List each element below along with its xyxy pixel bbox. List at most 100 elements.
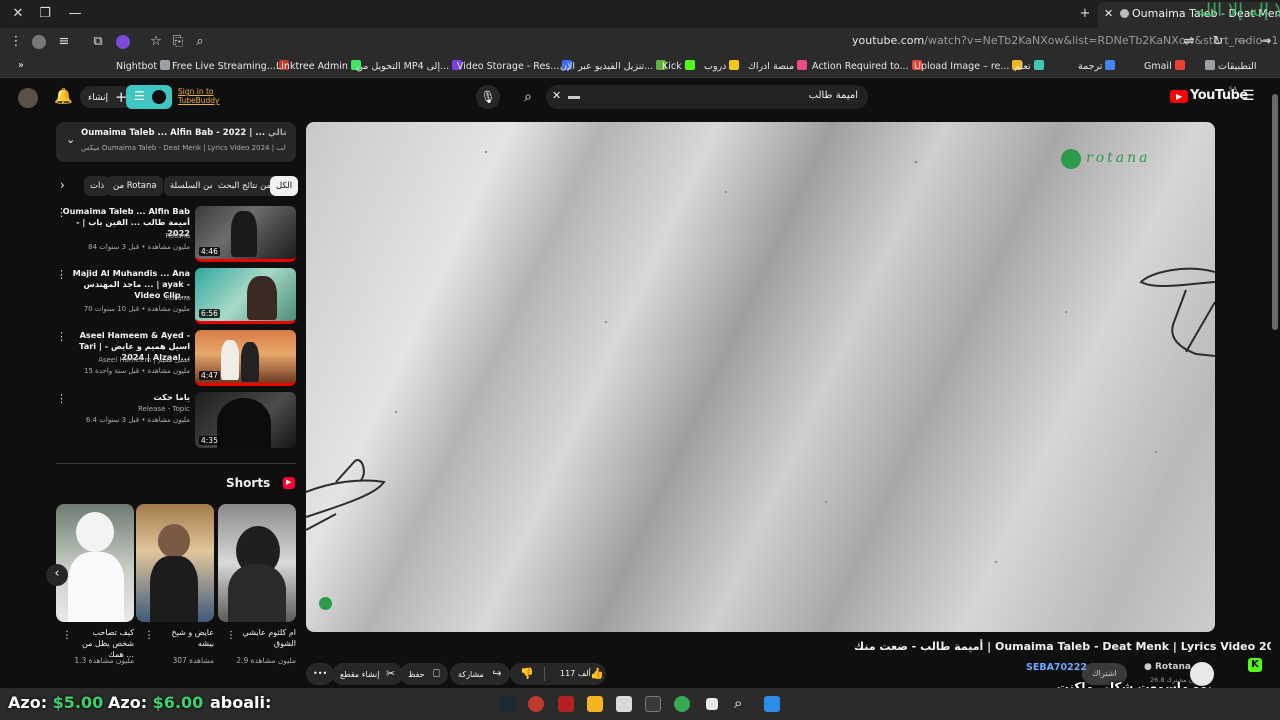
- short-title[interactable]: عايض و شيخ بيشه: [154, 627, 214, 649]
- bookmarks-bar: » Nightbot Free Live Streaming... Linktr…: [0, 56, 1280, 78]
- related-video-item[interactable]: ⋮ Aseel Hameem & Ayed - Tari اسيل هميم و…: [56, 330, 296, 388]
- bookmark-favicon-icon: [729, 60, 740, 70]
- bookmark-item[interactable]: Linktree Admin: [276, 60, 364, 72]
- site-settings-icon[interactable]: ⇌: [1181, 34, 1197, 50]
- share-button[interactable]: مشاركة ↪: [450, 663, 510, 685]
- guide-menu-icon[interactable]: ☰: [1242, 88, 1255, 104]
- bookmark-item[interactable]: تنزيل الفيديو عبر الإن...: [560, 60, 669, 72]
- bookmark-item[interactable]: التحويل من MP4 إلى...: [356, 60, 465, 72]
- chevron-down-icon[interactable]: ⌄: [66, 133, 75, 146]
- short-item[interactable]: [136, 504, 214, 622]
- forward-icon[interactable]: ←: [1235, 34, 1251, 50]
- bookmark-item[interactable]: Action Required to...: [812, 60, 925, 72]
- save-button[interactable]: حفظ ⎕: [400, 663, 448, 685]
- task-view-icon[interactable]: [706, 698, 718, 710]
- related-video-thumbnail[interactable]: 4:35: [195, 392, 296, 448]
- notifications-bell-icon[interactable]: 🔔: [54, 87, 73, 105]
- country-code: SA: [1229, 86, 1238, 93]
- rotana-logo-text: rotana: [1086, 150, 1151, 166]
- close-window-icon[interactable]: ✕: [10, 6, 26, 22]
- dislike-icon[interactable]: 👎: [520, 663, 534, 685]
- user-avatar[interactable]: [18, 88, 38, 108]
- new-tab-icon[interactable]: +: [1077, 6, 1093, 22]
- voice-search-icon[interactable]: 🎙: [476, 85, 500, 109]
- steam-icon[interactable]: [500, 696, 516, 712]
- bookmark-item[interactable]: Free Live Streaming...: [172, 60, 292, 72]
- file-explorer-icon[interactable]: [587, 696, 603, 712]
- more-actions-button[interactable]: •••: [306, 663, 335, 685]
- bookmark-item[interactable]: دروب: [704, 60, 742, 72]
- related-video-item[interactable]: ⋮ ياما حكت Release - Topic 6.4 مليون مشا…: [56, 392, 296, 450]
- tab-close-icon[interactable]: ✕: [1104, 2, 1113, 26]
- restore-window-icon[interactable]: ❐: [37, 6, 53, 22]
- video-player[interactable]: rotana: [306, 122, 1215, 632]
- chips-scroll-right-icon[interactable]: ›: [60, 178, 65, 192]
- back-icon[interactable]: →: [1258, 34, 1274, 50]
- install-app-icon[interactable]: ⎘: [170, 34, 186, 50]
- desktop-watermark: لا إله إلا الله: [1196, 0, 1280, 21]
- bookmark-item[interactable]: منصة ادراك: [748, 60, 810, 72]
- bookmark-item[interactable]: التطبيقات: [1202, 60, 1257, 72]
- more-actions-icon[interactable]: ⋮: [226, 630, 236, 641]
- bookmark-item[interactable]: Upload Image – re...: [914, 60, 1025, 72]
- scrollbar-thumb[interactable]: [1272, 94, 1278, 330]
- shorts-scroll-left-icon[interactable]: ‹: [46, 564, 68, 586]
- more-actions-icon[interactable]: ⋮: [144, 630, 154, 641]
- reload-icon[interactable]: ↻: [1210, 34, 1226, 50]
- obs-icon[interactable]: [528, 696, 544, 712]
- thumbnail-figure: [221, 340, 239, 380]
- bookmark-star-icon[interactable]: ☆: [148, 34, 164, 50]
- bookmark-item[interactable]: تعلم: [1014, 60, 1047, 72]
- tubebuddy-logo-icon: [152, 90, 166, 104]
- keyboard-icon[interactable]: [568, 96, 580, 99]
- tubebuddy-button[interactable]: ☰: [126, 85, 172, 109]
- clip-button[interactable]: إنشاء مقطع ✂: [332, 663, 404, 685]
- playlist-next-panel[interactable]: ⌄ Oumaima Taleb ... Alfin Bab - 2022 | .…: [56, 122, 296, 162]
- windows-start-icon[interactable]: [764, 696, 780, 712]
- chip-from-search[interactable]: من نتائج البحث: [212, 176, 278, 196]
- related-video-item[interactable]: ⋮ Majid Al Muhandis ... Ana ماجد المهندس…: [56, 268, 296, 326]
- profile-avatar-icon[interactable]: [32, 35, 46, 49]
- app-icon[interactable]: [645, 696, 661, 712]
- thumbnail-figure: [231, 211, 257, 257]
- channel-name[interactable]: ● Rotana: [1144, 662, 1191, 672]
- video-duration: 6:56: [199, 309, 220, 318]
- bookmark-item[interactable]: Video Storage - Res...: [457, 60, 575, 72]
- more-actions-icon[interactable]: ⋮: [62, 630, 72, 641]
- taskbar-search-icon[interactable]: ⌕: [734, 694, 742, 712]
- minimize-window-icon[interactable]: —: [67, 6, 83, 22]
- search-icon[interactable]: ⌕: [510, 84, 546, 110]
- bookmark-item[interactable]: Nightbot: [116, 60, 173, 72]
- short-title[interactable]: ام كلثوم عايشي الشوق: [236, 627, 296, 649]
- bookmark-item[interactable]: ترجمة: [1078, 60, 1118, 72]
- search-box[interactable]: ⌕ ✕ اميمة طالب: [524, 85, 868, 109]
- bookmark-item[interactable]: Kick: [662, 60, 698, 72]
- bookmarks-overflow-icon[interactable]: »: [18, 60, 24, 71]
- related-video-thumbnail[interactable]: 6:56: [195, 268, 296, 324]
- downloads-icon[interactable]: ≡: [56, 34, 72, 50]
- video-duration: 4:47: [199, 371, 220, 380]
- zoom-icon[interactable]: ⌕: [192, 34, 208, 50]
- bookmark-item[interactable]: Gmail: [1144, 60, 1188, 72]
- related-video-thumbnail[interactable]: 4:46: [195, 206, 296, 262]
- bookmark-favicon-icon: [684, 60, 695, 70]
- like-icon[interactable]: 👍: [590, 663, 604, 685]
- short-item[interactable]: [218, 504, 296, 622]
- extension-icon[interactable]: [116, 35, 130, 49]
- short-figure: [228, 564, 286, 622]
- menu-dots-icon[interactable]: ⋮: [8, 34, 24, 50]
- related-video-thumbnail[interactable]: 4:47: [195, 330, 296, 386]
- search-input[interactable]: اميمة طالب: [809, 90, 858, 101]
- extensions-icon[interactable]: ⧉: [90, 34, 106, 50]
- youtube-logo-icon[interactable]: ▶: [1170, 90, 1188, 103]
- chip-all[interactable]: الكل: [270, 176, 299, 196]
- chrome-icon[interactable]: [674, 696, 690, 712]
- media-app-icon[interactable]: [558, 696, 574, 712]
- chip-from-rotana[interactable]: من Rotana: [107, 176, 163, 196]
- related-video-item[interactable]: ⋮ Oumaima Taleb ... Alfin Bab - أميمة طا…: [56, 206, 296, 264]
- clear-search-icon[interactable]: ✕: [552, 89, 561, 102]
- tubebuddy-signin-link[interactable]: Sign in to TubeBuddy: [178, 87, 219, 105]
- page-scrollbar[interactable]: [1271, 80, 1280, 688]
- store-icon[interactable]: [616, 696, 632, 712]
- short-item[interactable]: [56, 504, 134, 622]
